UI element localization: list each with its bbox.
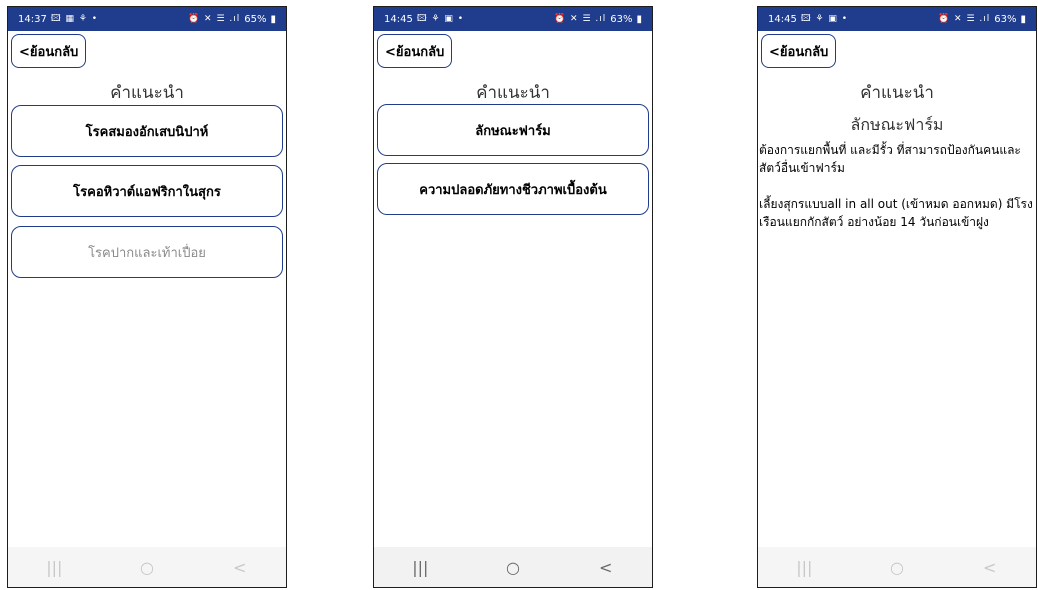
signal-icons: ⏰ ✕ ☰ .ıl	[553, 14, 607, 24]
home-icon[interactable]: ○	[493, 558, 533, 577]
system-nav-bar: ||| ○ <	[8, 547, 286, 587]
menu-button-biosecurity[interactable]: ความปลอดภัยทางชีวภาพเบื้องต้น	[377, 163, 649, 215]
page-title: คำแนะนำ	[860, 83, 934, 103]
menu-button-asf[interactable]: โรคอหิวาต์แอฟริกาในสุกร	[11, 165, 283, 217]
signal-icons: ⏰ ✕ ☰ .ıl	[187, 14, 241, 24]
back-button[interactable]: <ย้อนกลับ	[377, 34, 453, 68]
page-title: คำแนะนำ	[476, 83, 550, 103]
phone-screen-3: 14:45 🖾 ⚘ ▣ • ⏰ ✕ ☰ .ıl 63% ▮ <ย้อนกลับ …	[757, 6, 1037, 588]
notification-icons: 🖾 ⚘ ▣ •	[800, 14, 849, 24]
status-bar: 14:37 🖾 ▦ ⚘ • ⏰ ✕ ☰ .ıl 65% ▮	[8, 7, 286, 31]
status-bar: 14:45 🖾 ⚘ ▣ • ⏰ ✕ ☰ .ıl 63% ▮	[758, 7, 1036, 31]
status-time: 14:45	[384, 13, 413, 25]
back-button[interactable]: <ย้อนกลับ	[761, 34, 837, 68]
notification-icons: 🖾 ⚘ ▣ •	[416, 14, 465, 24]
status-time: 14:37	[18, 13, 47, 25]
battery-icon: ▮	[1020, 13, 1026, 25]
phone-screen-2: 14:45 🖾 ⚘ ▣ • ⏰ ✕ ☰ .ıl 63% ▮ <ย้อนกลับ …	[373, 6, 653, 588]
nav-back-icon[interactable]: <	[970, 558, 1010, 577]
home-icon[interactable]: ○	[127, 558, 167, 577]
page-title: คำแนะนำ	[110, 83, 184, 103]
phone-screen-1: 14:37 🖾 ▦ ⚘ • ⏰ ✕ ☰ .ıl 65% ▮ <ย้อนกลับ …	[7, 6, 287, 588]
recent-apps-icon[interactable]: |||	[400, 558, 440, 577]
menu-button-fmd[interactable]: โรคปากและเท้าเปื่อย	[11, 226, 283, 278]
battery-level: 63%	[994, 13, 1017, 25]
advice-text: ต้องการแยกพื้นที่ และมีรั้ว ที่สามารถป้อ…	[759, 141, 1033, 249]
recent-apps-icon[interactable]: |||	[34, 558, 74, 577]
notification-icons: 🖾 ▦ ⚘ •	[50, 14, 99, 24]
menu-button-farm-characteristics[interactable]: ลักษณะฟาร์ม	[377, 104, 649, 156]
system-nav-bar: ||| ○ <	[758, 547, 1036, 587]
home-icon[interactable]: ○	[877, 558, 917, 577]
battery-level: 63%	[610, 13, 633, 25]
system-nav-bar: ||| ○ <	[374, 547, 652, 587]
nav-back-icon[interactable]: <	[220, 558, 260, 577]
recent-apps-icon[interactable]: |||	[784, 558, 824, 577]
advice-paragraph: เลี้ยงสุกรแบบall in all out (เข้าหมด ออก…	[759, 197, 1033, 229]
battery-icon: ▮	[270, 13, 276, 25]
status-time: 14:45	[768, 13, 797, 25]
section-title: ลักษณะฟาร์ม	[850, 115, 944, 134]
nav-back-icon[interactable]: <	[586, 558, 626, 577]
advice-paragraph: ต้องการแยกพื้นที่ และมีรั้ว ที่สามารถป้อ…	[759, 143, 1021, 175]
back-button[interactable]: <ย้อนกลับ	[11, 34, 87, 68]
signal-icons: ⏰ ✕ ☰ .ıl	[937, 14, 991, 24]
status-bar: 14:45 🖾 ⚘ ▣ • ⏰ ✕ ☰ .ıl 63% ▮	[374, 7, 652, 31]
battery-level: 65%	[244, 13, 267, 25]
menu-button-nipah[interactable]: โรคสมองอักเสบนิปาห์	[11, 105, 283, 157]
battery-icon: ▮	[636, 13, 642, 25]
